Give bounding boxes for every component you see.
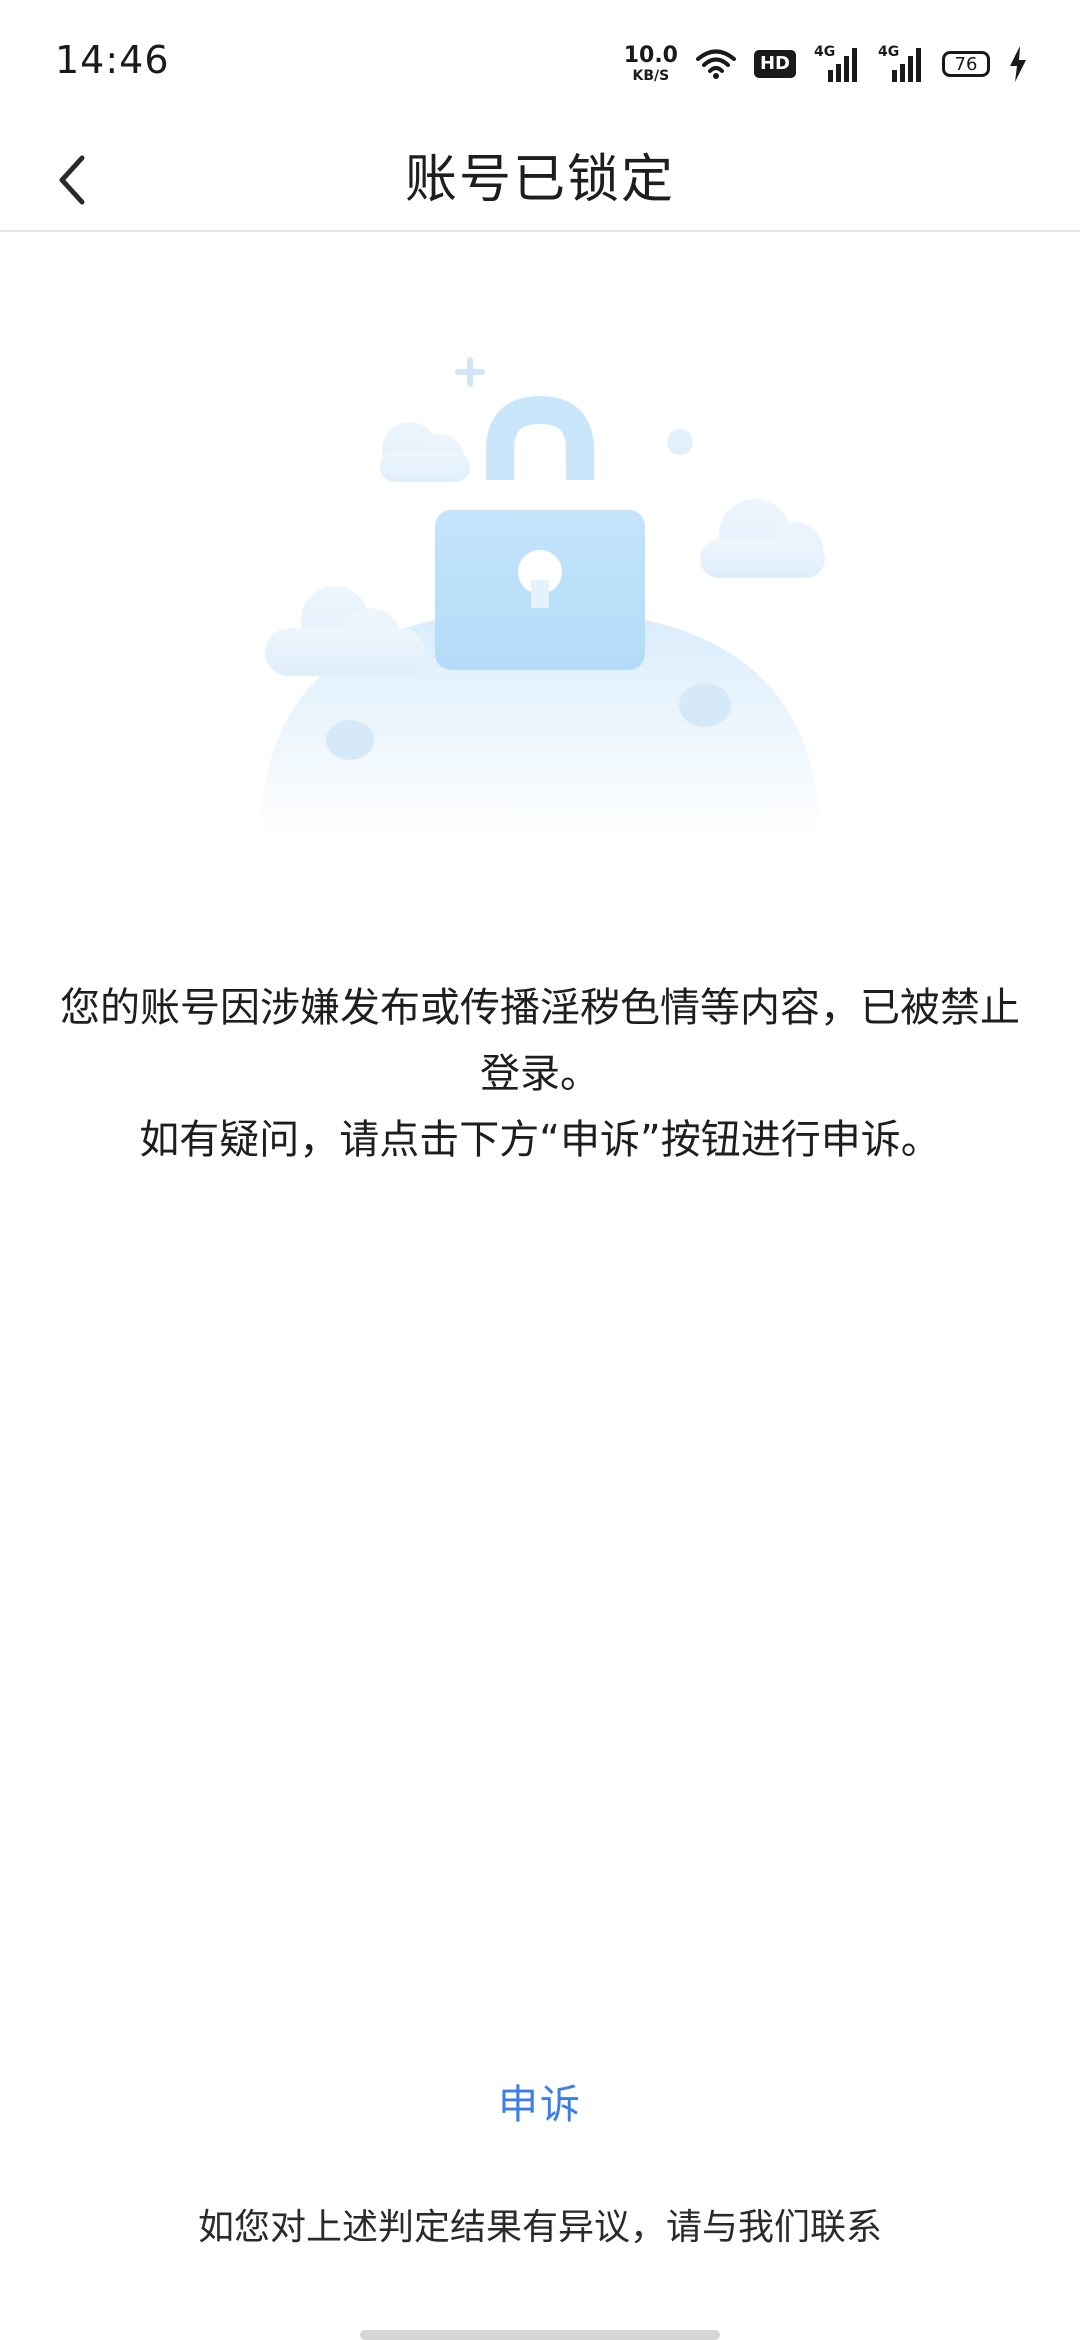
status-bar: 14:46 10.0 KB/S HD 4G 4G 76 xyxy=(0,0,1080,130)
locked-illustration xyxy=(240,340,840,860)
battery-icon: 76 xyxy=(942,51,990,77)
signal-icon: 4G xyxy=(814,44,860,84)
network-speed-unit: KB/S xyxy=(632,68,670,84)
sparkle-icon xyxy=(455,357,485,387)
appeal-hint-text: 如有疑问，请点击下方“申诉”按钮进行申诉。 xyxy=(139,1117,941,1163)
cloud-icon xyxy=(265,586,425,676)
network-speed-value: 10.0 xyxy=(623,43,678,68)
hd-icon: HD xyxy=(753,50,796,78)
wifi-icon xyxy=(695,49,736,79)
status-time: 14:46 xyxy=(55,38,170,82)
lock-reason-message: 您的账号因涉嫌发布或传播淫秽色情等内容，已被禁止登录。 如有疑问，请点击下方“申… xyxy=(60,975,1020,1173)
bubble xyxy=(667,429,693,455)
lock-icon xyxy=(435,395,645,670)
cloud-icon xyxy=(380,422,470,482)
network-speed: 10.0 KB/S xyxy=(623,43,678,84)
signal-icon: 4G xyxy=(878,44,924,84)
charging-icon xyxy=(1010,46,1026,82)
appeal-button[interactable]: 申诉 xyxy=(440,2075,640,2135)
lock-reason-text: 您的账号因涉嫌发布或传播淫秽色情等内容，已被禁止登录。 xyxy=(60,985,1020,1097)
contact-us-link[interactable]: 如您对上述判定结果有异议，请与我们联系 xyxy=(0,2198,1080,2250)
page-title: 账号已锁定 xyxy=(404,150,675,210)
home-indicator[interactable] xyxy=(360,2330,720,2340)
nav-header: 账号已锁定 xyxy=(0,130,1080,232)
status-icons: 10.0 KB/S HD 4G 4G 76 xyxy=(624,42,1028,86)
battery-level: 76 xyxy=(954,53,978,75)
crater xyxy=(326,720,374,760)
cloud-icon xyxy=(700,499,825,578)
crater xyxy=(679,683,731,727)
